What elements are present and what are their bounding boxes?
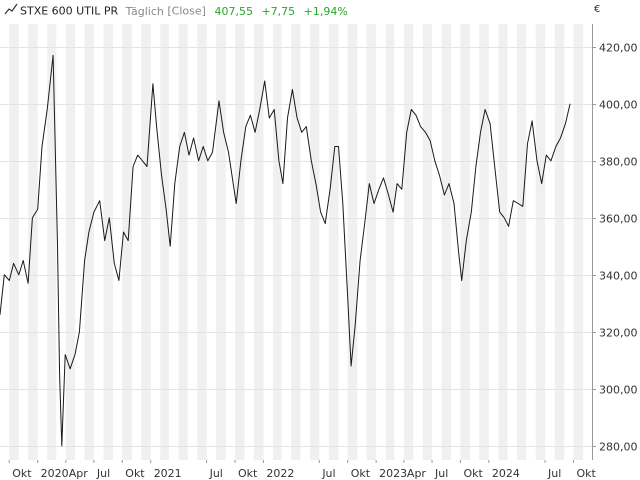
month-band (498, 24, 508, 460)
y-tick-label: 360,00 (599, 213, 638, 226)
line-chart-icon (4, 3, 18, 20)
month-band (310, 24, 320, 460)
x-tick-label: Okt (463, 467, 483, 480)
instrument-name: STXE 600 UTIL PR (20, 4, 119, 18)
month-band (84, 24, 94, 460)
y-tick-label: 380,00 (599, 156, 638, 169)
month-band (422, 24, 433, 460)
y-tick-label: 420,00 (599, 42, 638, 55)
month-band (554, 24, 565, 460)
month-band (573, 24, 584, 460)
month-band (272, 24, 282, 460)
y-tick-label: 300,00 (599, 384, 638, 397)
x-tick-label: Jul (434, 467, 448, 480)
x-tick-label: Okt (351, 467, 371, 480)
month-band (141, 24, 151, 460)
y-tick-label: 340,00 (599, 270, 638, 283)
month-band (216, 24, 226, 460)
x-tick-label: Jul (209, 467, 223, 480)
interval-label: Täglich (125, 4, 164, 18)
x-tick-label: 2024 (492, 467, 520, 480)
month-band (28, 24, 38, 460)
y-tick-label: 320,00 (599, 327, 638, 340)
x-tick-label: 2020 (41, 467, 69, 480)
month-band (403, 24, 414, 460)
y-tick-label: 280,00 (599, 441, 638, 454)
x-tick-label: 2022 (266, 467, 294, 480)
month-band (253, 24, 264, 460)
month-band (441, 24, 452, 460)
x-tick-label: Jul (321, 467, 335, 480)
price-change: +7,75 (261, 4, 296, 18)
month-bands (9, 24, 584, 460)
x-tick-label: Okt (12, 467, 32, 480)
month-band (366, 24, 377, 460)
x-tick-label: Okt (125, 467, 145, 480)
month-band (347, 24, 358, 460)
x-tick-label: Okt (576, 467, 596, 480)
month-band (65, 24, 76, 460)
x-tick-labels: Okt 2020 Apr Jul Okt 2021 Jul Okt 2022 Jul Okt 2023… (8, 460, 596, 480)
month-band (178, 24, 188, 460)
month-band (460, 24, 471, 460)
y-tick-labels: 280,00 300,00 320,00 340,00 360,00 380,00 400,… (599, 42, 638, 454)
chart-header: STXE 600 UTIL PR Täglich [Close] 407,55 … (4, 3, 348, 19)
price-change-pct: +1,94% (303, 4, 348, 18)
currency-label: € (594, 4, 601, 15)
month-band (197, 24, 207, 460)
x-tick-label: 2023 (379, 467, 407, 480)
y-tick-label: 400,00 (599, 99, 638, 112)
month-band (122, 24, 132, 460)
month-band (385, 24, 395, 460)
x-tick-label: 2021 (154, 467, 182, 480)
month-band (160, 24, 169, 460)
x-tick-label: Okt (238, 467, 258, 480)
month-band (9, 24, 19, 460)
x-tick-label: Apr (69, 467, 89, 480)
last-price: 407,55 (214, 4, 253, 18)
price-chart: 280,00 300,00 320,00 340,00 360,00 380,00 400,… (0, 24, 638, 480)
month-band (516, 24, 527, 460)
mode-label: [Close] (167, 4, 206, 18)
x-tick-label: Jul (547, 467, 561, 480)
month-band (535, 24, 546, 460)
month-band (479, 24, 489, 460)
month-band (235, 24, 245, 460)
x-tick-label: Jul (96, 467, 110, 480)
month-band (328, 24, 339, 460)
x-tick-label: Apr (407, 467, 427, 480)
month-band (47, 24, 57, 460)
